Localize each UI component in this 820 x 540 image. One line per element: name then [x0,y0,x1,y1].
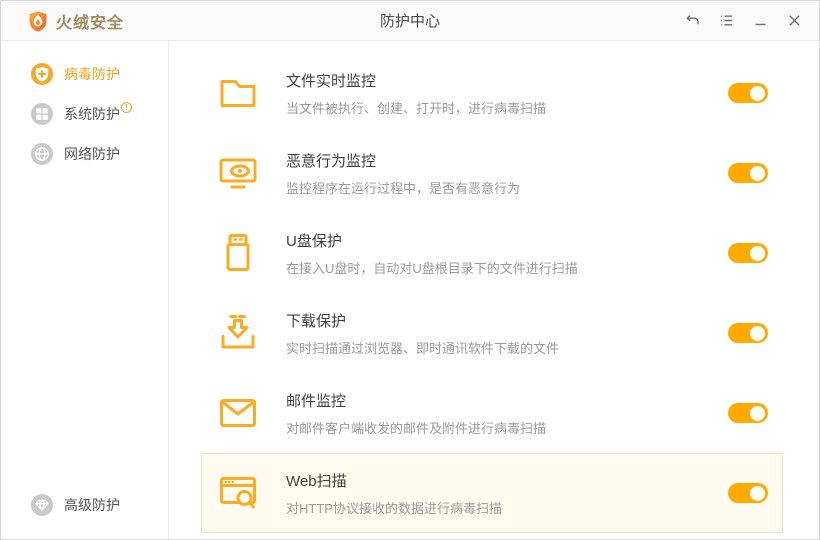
web-scan-icon [216,471,260,515]
protection-title: 下载保护 [286,310,728,331]
undo-arrow-icon[interactable] [679,8,705,34]
protection-row-1: 恶意行为监控 监控程序在运行过程中，是否有恶意行为 [201,133,783,213]
sidebar-nav: 病毒防护 系统防护 ! 网络防护 高级防护 [1,41,169,539]
sidebar-item-1[interactable]: 系统防护 ! [1,94,168,134]
protection-description: 监控程序在运行过程中，是否有恶意行为 [286,178,728,197]
protection-description: 对HTTP协议接收的数据进行病毒扫描 [286,498,728,517]
shield-plus-icon [31,63,53,85]
protection-description: 实时扫描通过浏览器、即时通讯软件下载的文件 [286,338,728,357]
toggle-knob [750,406,765,421]
protection-text: 恶意行为监控 监控程序在运行过程中，是否有恶意行为 [286,150,728,197]
protection-row-5: Web扫描 对HTTP协议接收的数据进行病毒扫描 [201,453,783,533]
toggle-knob [750,246,765,261]
toggle-switch[interactable] [728,403,768,423]
huorong-shield-logo-icon [27,10,49,32]
sidebar-item-label: 病毒防护 [64,64,120,84]
protection-row-3: 下载保护 实时扫描通过浏览器、即时通讯软件下载的文件 [201,293,783,373]
protection-list: 文件实时监控 当文件被执行、创建、打开时，进行病毒扫描 恶意行为监控 监控程序在… [169,41,819,539]
app-window: 火绒安全 防护中心 [0,0,820,540]
sidebar-item-label: 系统防护 [64,104,120,124]
toggle-switch[interactable] [728,483,768,503]
sidebar-item-3[interactable]: 高级防护 [1,485,168,525]
mail-icon [216,391,260,435]
protection-description: 在接入U盘时，自动对U盘根目录下的文件进行扫描 [286,258,728,277]
protection-title: 邮件监控 [286,390,728,411]
download-icon [216,311,260,355]
usb-drive-icon [216,231,260,275]
app-logo: 火绒安全 [27,9,124,33]
window-controls [679,8,807,34]
toggle-knob [750,166,765,181]
sidebar-item-2[interactable]: 网络防护 [1,134,168,174]
toggle-knob [750,326,765,341]
protection-text: U盘保护 在接入U盘时，自动对U盘根目录下的文件进行扫描 [286,230,728,277]
protection-row-2: U盘保护 在接入U盘时，自动对U盘根目录下的文件进行扫描 [201,213,783,293]
protection-row-4: 邮件监控 对邮件客户端收发的邮件及附件进行病毒扫描 [201,373,783,453]
app-name: 火绒安全 [56,9,124,33]
protection-description: 对邮件客户端收发的邮件及附件进行病毒扫描 [286,418,728,437]
toggle-knob [750,86,765,101]
protection-title: 恶意行为监控 [286,150,728,171]
globe-icon [31,143,53,165]
toggle-switch[interactable] [728,163,768,183]
sidebar-item-label: 网络防护 [64,144,120,164]
minimize-icon[interactable] [747,8,773,34]
alert-badge: ! [121,102,132,113]
toggle-switch[interactable] [728,83,768,103]
protection-title: Web扫描 [286,470,728,491]
protection-row-0: 文件实时监控 当文件被执行、创建、打开时，进行病毒扫描 [201,53,783,133]
close-icon[interactable] [781,8,807,34]
toggle-switch[interactable] [728,243,768,263]
list-menu-icon[interactable] [713,8,739,34]
sidebar-item-label: 高级防护 [64,495,120,515]
protection-text: 邮件监控 对邮件客户端收发的邮件及附件进行病毒扫描 [286,390,728,437]
protection-text: Web扫描 对HTTP协议接收的数据进行病毒扫描 [286,470,728,517]
page-title: 防护中心 [380,10,440,31]
monitor-eye-icon [216,151,260,195]
protection-text: 下载保护 实时扫描通过浏览器、即时通讯软件下载的文件 [286,310,728,357]
toggle-knob [750,486,765,501]
sidebar-item-0[interactable]: 病毒防护 [1,54,168,94]
protection-description: 当文件被执行、创建、打开时，进行病毒扫描 [286,98,728,117]
folder-icon [216,71,260,115]
protection-text: 文件实时监控 当文件被执行、创建、打开时，进行病毒扫描 [286,70,728,117]
protection-title: U盘保护 [286,230,728,251]
main-body: 病毒防护 系统防护 ! 网络防护 高级防护 文件实时监控 [1,41,819,539]
title-bar: 火绒安全 防护中心 [1,1,819,41]
protection-title: 文件实时监控 [286,70,728,91]
diamond-icon [31,494,53,516]
toggle-switch[interactable] [728,323,768,343]
app-grid-icon [31,103,53,125]
